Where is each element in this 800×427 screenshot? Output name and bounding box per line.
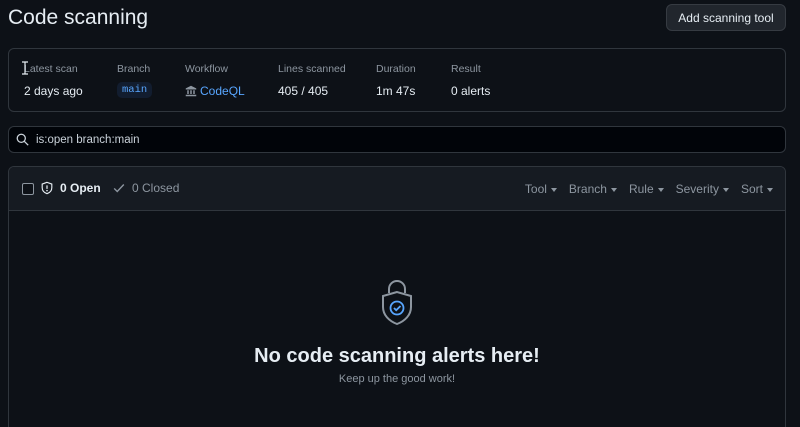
- search-bar[interactable]: [8, 126, 786, 153]
- filter-branch[interactable]: Branch: [569, 182, 617, 196]
- branch-label: Branch: [117, 63, 151, 75]
- shield-icon: [41, 181, 53, 195]
- page-title: Code scanning: [8, 6, 149, 29]
- closed-count-label: 0 Closed: [132, 181, 180, 195]
- latest-scan-value[interactable]: 2 days ago: [24, 84, 83, 98]
- branch-column: Branch main: [117, 63, 153, 98]
- chevron-down-icon: [657, 187, 664, 192]
- empty-state: No code scanning alerts here! Keep up th…: [9, 211, 785, 427]
- empty-state-title: No code scanning alerts here!: [254, 345, 540, 367]
- filter-severity-label: Severity: [675, 182, 719, 196]
- filter-sort[interactable]: Sort: [741, 182, 773, 196]
- filter-rule[interactable]: Rule: [629, 182, 664, 196]
- select-all-checkbox[interactable]: [22, 183, 34, 195]
- text-cursor-icon: [22, 61, 28, 75]
- filter-bar: Tool Branch Rule Severity Sort: [525, 182, 773, 196]
- duration-column: Duration 1m 47s: [376, 63, 416, 98]
- lines-scanned-value: 405 / 405: [278, 84, 329, 98]
- chevron-down-icon: [610, 187, 617, 192]
- filter-branch-label: Branch: [568, 182, 607, 196]
- filter-tool[interactable]: Tool: [525, 182, 557, 196]
- alerts-header: 0 Open 0 Closed Tool Branch Rule Severit…: [9, 167, 785, 211]
- workflow-label: Workflow: [185, 63, 228, 75]
- result-column: Result 0 alerts: [451, 63, 490, 98]
- chevron-down-icon: [722, 187, 729, 192]
- check-icon: [113, 184, 125, 193]
- filter-rule-label: Rule: [628, 182, 654, 196]
- add-scanning-tool-button[interactable]: Add scanning tool: [666, 4, 786, 31]
- filter-tool-label: Tool: [524, 182, 547, 196]
- lines-scanned-label: Lines scanned: [278, 63, 346, 75]
- bank-icon: [185, 85, 197, 97]
- latest-scan-summary: Latest scan 2 days ago Branch main Workf…: [8, 48, 786, 112]
- chevron-down-icon: [767, 187, 773, 192]
- lines-scanned-column: Lines scanned 405 / 405: [278, 63, 346, 98]
- tab-open[interactable]: 0 Open: [40, 181, 101, 195]
- open-count-label: 0 Open: [60, 181, 101, 195]
- duration-label: Duration: [376, 63, 416, 75]
- filter-sort-label: Sort: [740, 182, 763, 196]
- tab-closed[interactable]: 0 Closed: [112, 181, 179, 195]
- result-value: 0 alerts: [451, 84, 491, 98]
- result-label: Result: [451, 63, 481, 75]
- branch-chip[interactable]: main: [117, 82, 153, 98]
- alerts-panel: 0 Open 0 Closed Tool Branch Rule Severit…: [8, 166, 786, 427]
- latest-scan-column: Latest scan 2 days ago: [24, 63, 83, 98]
- filter-severity[interactable]: Severity: [676, 182, 729, 196]
- secure-lock-icon: [382, 280, 412, 325]
- latest-scan-label: Latest scan: [24, 63, 78, 75]
- workflow-column: Workflow CodeQL: [185, 63, 245, 98]
- search-icon: [16, 133, 29, 146]
- empty-state-subtitle: Keep up the good work!: [338, 373, 456, 385]
- workflow-link[interactable]: CodeQL: [200, 84, 245, 98]
- search-input[interactable]: [36, 133, 736, 146]
- duration-value: 1m 47s: [376, 84, 416, 98]
- chevron-down-icon: [550, 187, 557, 192]
